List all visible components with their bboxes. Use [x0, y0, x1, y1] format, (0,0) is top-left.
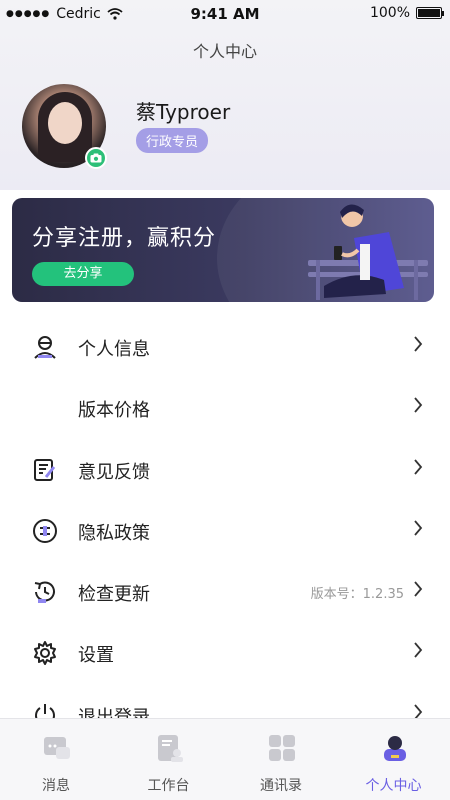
tab-profile[interactable]: 个人中心 [338, 719, 450, 800]
feedback-icon [32, 457, 58, 483]
tab-label: 通讯录 [260, 778, 302, 794]
tab-workbench[interactable]: 工作台 [113, 719, 225, 800]
tab-bar: 消息 工作台 通讯录 个人中心 [0, 718, 450, 800]
role-badge: 行政专员 [136, 128, 209, 153]
gear-icon [32, 640, 58, 666]
menu-item-label: 版本价格 [78, 400, 150, 422]
share-banner[interactable]: 分享注册，赢积分 去分享 [12, 198, 434, 302]
tab-label: 个人中心 [365, 778, 422, 794]
chevron-right-icon [412, 395, 424, 415]
banner-illustration [308, 204, 428, 300]
status-right: 100% [369, 5, 444, 21]
menu-item-label: 个人信息 [78, 339, 150, 360]
privacy-icon [32, 518, 58, 544]
banner-title: 分享注册，赢积分 [32, 226, 217, 251]
page-title: 个人中心 [192, 42, 257, 61]
chevron-right-icon [412, 579, 424, 599]
tab-label: 消息 [42, 778, 70, 794]
update-icon [32, 579, 58, 605]
version-number: 版本号：1.2.35 [310, 587, 404, 603]
menu-item[interactable]: 个人信息 [0, 316, 450, 377]
workbench-icon [155, 733, 185, 763]
status-bar: ●●●●● Cedric 9:41 AM 100% [0, 0, 450, 28]
tab-contacts[interactable]: 通讯录 [225, 719, 337, 800]
menu-item[interactable]: 版本价格 [0, 377, 450, 438]
camera-icon[interactable] [85, 147, 107, 169]
menu-item-label: 设置 [78, 645, 114, 667]
tab-message[interactable]: 消息 [0, 719, 112, 800]
contacts-icon [267, 733, 297, 763]
battery-icon [416, 7, 444, 19]
menu-item[interactable]: 意见反馈 [0, 439, 450, 500]
user-icon [32, 334, 58, 360]
menu-item-label: 意见反馈 [78, 461, 150, 483]
tab-label: 工作台 [147, 778, 190, 794]
chevron-right-icon [412, 640, 424, 660]
menu-item-label: 检查更新 [78, 584, 150, 606]
chevron-right-icon [412, 518, 424, 538]
menu-item[interactable]: 检查更新 版本号：1.2.35 [0, 561, 450, 622]
menu-item-label: 隐私政策 [78, 522, 150, 544]
user-name: 蔡Typroer [136, 100, 231, 124]
profile-icon [380, 733, 410, 763]
share-button[interactable]: 去分享 [32, 262, 134, 286]
chevron-right-icon [412, 334, 424, 354]
menu-item[interactable]: 隐私政策 [0, 500, 450, 561]
message-icon [42, 733, 72, 763]
battery-percentage: 100% [369, 5, 410, 21]
menu-item[interactable]: 设置 [0, 622, 450, 683]
chevron-right-icon [412, 457, 424, 477]
settings-menu: 个人信息版本价格意见反馈隐私政策检查更新版本号：1.2.35设置退出登录 [0, 316, 450, 745]
